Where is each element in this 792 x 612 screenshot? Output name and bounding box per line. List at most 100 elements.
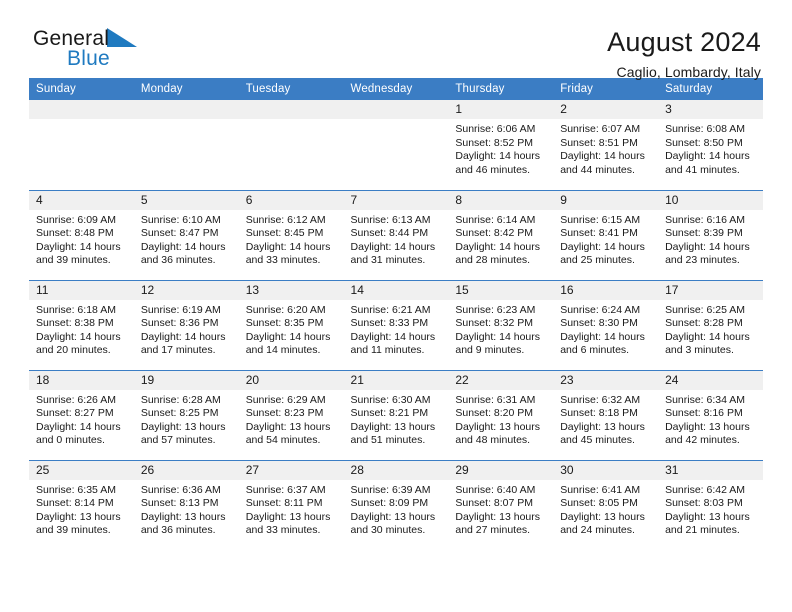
daylight-text-line2: and 6 minutes. [560, 344, 630, 357]
calendar-day-cell[interactable]: 5 Sunrise: 6:10 AM Sunset: 8:47 PM Daylight… [133, 189, 239, 280]
daylight-text-line1: Daylight: 14 hours [560, 240, 645, 253]
daylight-text-line1: Daylight: 13 hours [665, 420, 750, 433]
sunrise-text: Sunrise: 6:31 AM [455, 393, 536, 406]
calendar-day-cell[interactable]: 27 Sunrise: 6:37 AM Sunset: 8:11 PM Dayligh… [238, 459, 344, 550]
sunset-text: Sunset: 8:44 PM [350, 227, 429, 240]
calendar-day-cell[interactable]: 7 Sunrise: 6:13 AM Sunset: 8:44 PM Daylight… [343, 189, 449, 280]
sunset-text: Sunset: 8:47 PM [140, 227, 219, 240]
day-number: 16 [553, 280, 659, 300]
day-details: Sunrise: 6:36 AM Sunset: 8:13 PM Daylight:… [134, 480, 239, 538]
calendar-day-cell[interactable]: 12 Sunrise: 6:19 AM Sunset: 8:36 PM Dayligh… [133, 279, 239, 370]
sunset-text: Sunset: 8:35 PM [245, 317, 324, 330]
calendar-day-cell[interactable]: 13 Sunrise: 6:20 AM Sunset: 8:35 PM Dayligh… [238, 279, 344, 370]
calendar-day-cell[interactable]: 1 Sunrise: 6:06 AM Sunset: 8:52 PM Daylight… [448, 100, 554, 190]
day-number: 26 [133, 460, 239, 480]
day-number: 19 [133, 370, 239, 390]
daylight-text-line1: Daylight: 14 hours [245, 330, 331, 343]
sunset-text: Sunset: 8:32 PM [455, 317, 534, 330]
calendar-day-cell[interactable]: 24 Sunrise: 6:34 AM Sunset: 8:16 PM Dayligh… [658, 369, 763, 460]
calendar-day-cell[interactable]: 2 Sunrise: 6:07 AM Sunset: 8:51 PM Daylight… [553, 100, 659, 190]
sunset-text: Sunset: 8:21 PM [350, 407, 429, 420]
calendar-day-cell[interactable]: 26 Sunrise: 6:36 AM Sunset: 8:13 PM Dayligh… [133, 459, 239, 550]
calendar-week-row: 18 Sunrise: 6:26 AM Sunset: 8:27 PM Dayligh… [29, 369, 763, 460]
daylight-text-line1: Daylight: 13 hours [665, 510, 750, 523]
calendar-day-cell[interactable]: 23 Sunrise: 6:32 AM Sunset: 8:18 PM Dayligh… [553, 369, 659, 460]
daylight-text-line2: and 51 minutes. [350, 434, 426, 447]
sunrise-text: Sunrise: 6:16 AM [665, 213, 746, 226]
sunrise-text: Sunrise: 6:25 AM [665, 303, 746, 316]
calendar-day-cell[interactable]: 6 Sunrise: 6:12 AM Sunset: 8:45 PM Daylight… [238, 189, 344, 280]
calendar-day-cell[interactable]: 31 Sunrise: 6:42 AM Sunset: 8:03 PM Dayligh… [658, 459, 763, 550]
calendar-table: Sunday Monday Tuesday Wednesday Thursday… [29, 78, 763, 550]
daylight-text-line2: and 45 minutes. [560, 434, 635, 447]
sunrise-text: Sunrise: 6:18 AM [36, 303, 116, 316]
sunrise-text: Sunrise: 6:08 AM [665, 123, 746, 135]
daylight-text-line2: and 44 minutes. [560, 163, 635, 176]
calendar-day-cell[interactable]: 9 Sunrise: 6:15 AM Sunset: 8:41 PM Daylight… [553, 189, 659, 280]
daylight-text-line2: and 36 minutes. [140, 254, 216, 267]
calendar-day-cell[interactable]: 20 Sunrise: 6:29 AM Sunset: 8:23 PM Dayligh… [238, 369, 344, 460]
calendar-day-cell[interactable]: 29 Sunrise: 6:40 AM Sunset: 8:07 PM Dayligh… [448, 459, 554, 550]
calendar-day-cell[interactable]: 21 Sunrise: 6:30 AM Sunset: 8:21 PM Dayligh… [343, 369, 449, 460]
daylight-text-line2: and 39 minutes. [36, 254, 111, 267]
calendar-day-cell[interactable]: 14 Sunrise: 6:21 AM Sunset: 8:33 PM Dayligh… [343, 279, 449, 370]
sunset-text: Sunset: 8:13 PM [140, 497, 219, 510]
calendar-day-cell[interactable]: 30 Sunrise: 6:41 AM Sunset: 8:05 PM Dayligh… [553, 459, 659, 550]
day-details: Sunrise: 6:39 AM Sunset: 8:09 PM Daylight:… [344, 480, 449, 538]
calendar-day-cell[interactable]: 19 Sunrise: 6:28 AM Sunset: 8:25 PM Dayligh… [133, 369, 239, 460]
daylight-text-line2: and 21 minutes. [665, 524, 740, 537]
day-details: Sunrise: 6:30 AM Sunset: 8:21 PM Daylight:… [344, 390, 449, 448]
calendar-day-cell[interactable]: 18 Sunrise: 6:26 AM Sunset: 8:27 PM Dayligh… [29, 369, 134, 460]
calendar-day-cell[interactable]: 28 Sunrise: 6:39 AM Sunset: 8:09 PM Dayligh… [343, 459, 449, 550]
calendar-day-cell[interactable]: 25 Sunrise: 6:35 AM Sunset: 8:14 PM Dayligh… [29, 459, 134, 550]
calendar-day-cell[interactable]: 22 Sunrise: 6:31 AM Sunset: 8:20 PM Dayligh… [448, 369, 554, 460]
sunrise-text: Sunrise: 6:21 AM [350, 303, 431, 316]
day-details: Sunrise: 6:31 AM Sunset: 8:20 PM Daylight:… [448, 390, 553, 448]
day-number: 2 [553, 100, 659, 119]
general-blue-logo[interactable]: General Blue [29, 27, 138, 69]
daylight-text-line2: and 17 minutes. [140, 344, 216, 357]
calendar-day-cell[interactable]: 10 Sunrise: 6:16 AM Sunset: 8:39 PM Dayligh… [658, 189, 763, 280]
calendar-day-cell[interactable]: 17 Sunrise: 6:25 AM Sunset: 8:28 PM Dayligh… [658, 279, 763, 370]
sunrise-text: Sunrise: 6:42 AM [665, 483, 746, 496]
weekday-header-row: Sunday Monday Tuesday Wednesday Thursday… [29, 78, 763, 100]
daylight-text-line2: and 54 minutes. [245, 434, 321, 447]
calendar-day-cell[interactable]: 15 Sunrise: 6:23 AM Sunset: 8:32 PM Dayligh… [448, 279, 554, 370]
day-number: 27 [238, 460, 344, 480]
sunset-text: Sunset: 8:03 PM [665, 497, 743, 510]
weekday-header-wednesday: Wednesday [343, 78, 449, 100]
sunrise-text: Sunrise: 6:32 AM [560, 393, 641, 406]
calendar-page: General Blue August 2024 Caglio, Lombard… [0, 0, 792, 612]
calendar-day-cell[interactable]: 8 Sunrise: 6:14 AM Sunset: 8:42 PM Daylight… [448, 189, 554, 280]
daylight-text-line1: Daylight: 13 hours [140, 510, 226, 523]
daylight-text-line1: Daylight: 14 hours [665, 150, 750, 163]
sunset-text: Sunset: 8:23 PM [245, 407, 324, 420]
day-details: Sunrise: 6:34 AM Sunset: 8:16 PM Daylight:… [658, 390, 763, 448]
calendar-day-cell[interactable]: 3 Sunrise: 6:08 AM Sunset: 8:50 PM Daylight… [658, 100, 763, 190]
sunset-text: Sunset: 8:27 PM [36, 407, 114, 420]
daylight-text-line1: Daylight: 14 hours [140, 240, 226, 253]
daylight-text-line1: Daylight: 14 hours [350, 240, 436, 253]
weekday-header-thursday: Thursday [448, 78, 554, 100]
day-details: Sunrise: 6:08 AM Sunset: 8:50 PM Daylight:… [658, 119, 763, 177]
sunset-text: Sunset: 8:48 PM [36, 227, 114, 240]
daylight-text-line1: Daylight: 14 hours [36, 330, 121, 343]
sunrise-text: Sunrise: 6:37 AM [245, 483, 326, 496]
daylight-text-line2: and 28 minutes. [455, 254, 531, 267]
day-number: 22 [448, 370, 554, 390]
logo-word-general: General [33, 27, 110, 50]
weekday-header-saturday: Saturday [658, 78, 763, 100]
day-details: Sunrise: 6:35 AM Sunset: 8:14 PM Daylight:… [29, 480, 134, 538]
day-details: Sunrise: 6:14 AM Sunset: 8:42 PM Daylight:… [448, 210, 553, 268]
calendar-body: 1 Sunrise: 6:06 AM Sunset: 8:52 PM Daylight… [29, 100, 763, 550]
sunrise-text: Sunrise: 6:10 AM [140, 213, 221, 226]
calendar-day-cell[interactable]: 11 Sunrise: 6:18 AM Sunset: 8:38 PM Dayligh… [29, 279, 134, 370]
calendar-day-cell[interactable]: 4 Sunrise: 6:09 AM Sunset: 8:48 PM Daylight… [29, 189, 134, 280]
day-details: Sunrise: 6:07 AM Sunset: 8:51 PM Daylight:… [553, 119, 658, 177]
calendar-day-cell[interactable]: 16 Sunrise: 6:24 AM Sunset: 8:30 PM Dayligh… [553, 279, 659, 370]
daylight-text-line2: and 42 minutes. [665, 434, 740, 447]
page-subtitle: Caglio, Lombardy, Italy [616, 63, 761, 80]
daylight-text-line2: and 27 minutes. [455, 524, 531, 537]
daylight-text-line2: and 14 minutes. [245, 344, 321, 357]
sunset-text: Sunset: 8:45 PM [245, 227, 324, 240]
